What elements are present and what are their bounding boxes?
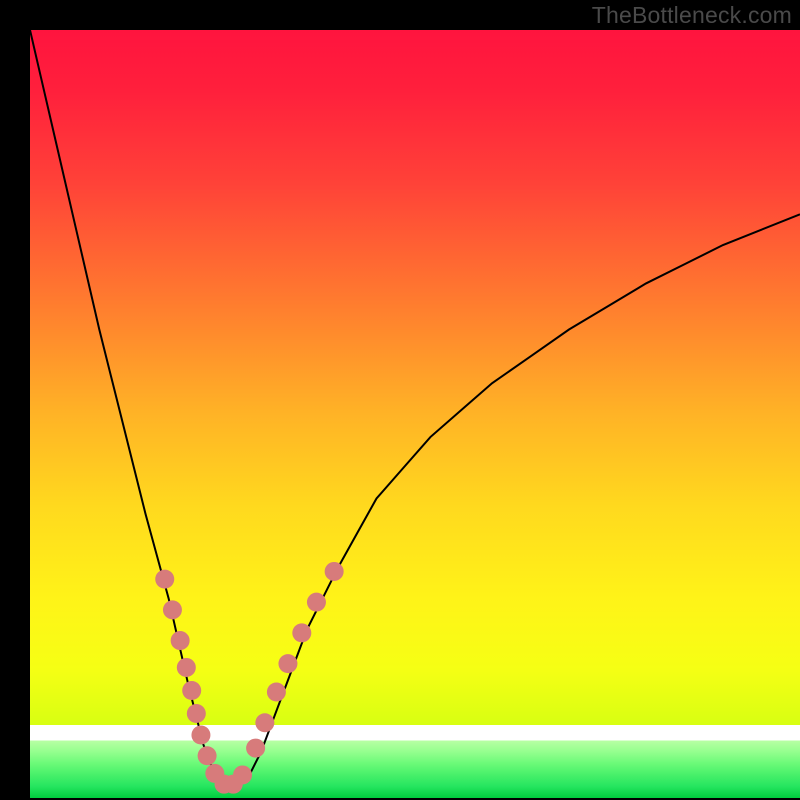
highlight-dot	[246, 739, 265, 758]
highlight-dot	[278, 654, 297, 673]
chart-frame: TheBottleneck.com	[0, 0, 800, 800]
highlight-dot	[233, 765, 252, 784]
watermark-text: TheBottleneck.com	[592, 2, 792, 29]
highlight-dot	[171, 631, 190, 650]
plot-area	[30, 30, 800, 798]
highlight-dot	[325, 562, 344, 581]
highlight-dot	[163, 600, 182, 619]
highlight-dot	[307, 593, 326, 612]
highlight-dot	[155, 570, 174, 589]
highlight-dot	[182, 681, 201, 700]
highlight-dot	[255, 713, 274, 732]
highlight-dot	[191, 726, 210, 745]
highlight-dot	[187, 704, 206, 723]
bottleneck-curve	[30, 30, 800, 786]
highlight-dot	[267, 683, 286, 702]
highlight-dots	[155, 562, 343, 794]
curve-layer	[30, 30, 800, 798]
highlight-dot	[177, 658, 196, 677]
highlight-dot	[198, 746, 217, 765]
highlight-dot	[292, 623, 311, 642]
